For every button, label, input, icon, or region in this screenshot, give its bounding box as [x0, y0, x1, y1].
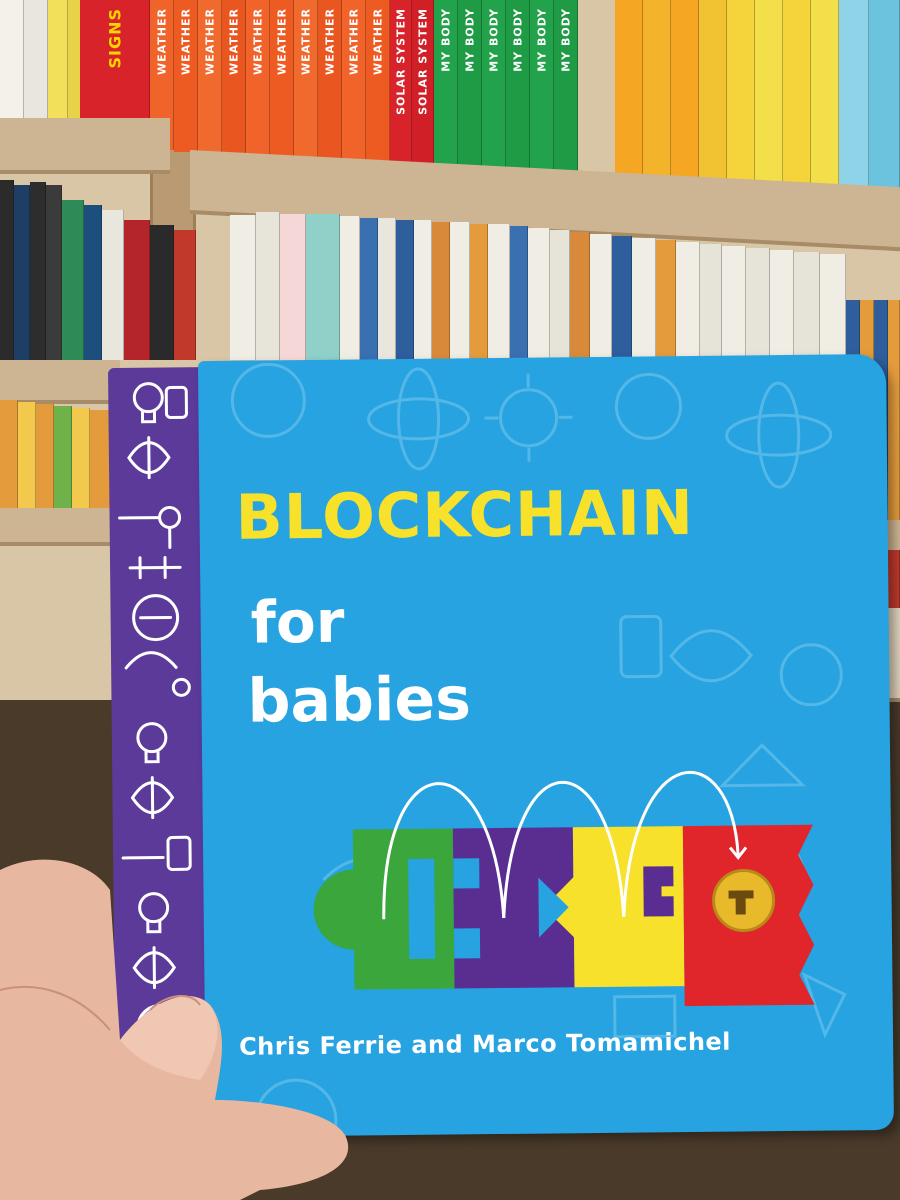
- photo-scene: SIGNS WEATHER WEATHER WEATHER WEATHER WEATHER…: [0, 0, 900, 1200]
- hand: [0, 859, 349, 1200]
